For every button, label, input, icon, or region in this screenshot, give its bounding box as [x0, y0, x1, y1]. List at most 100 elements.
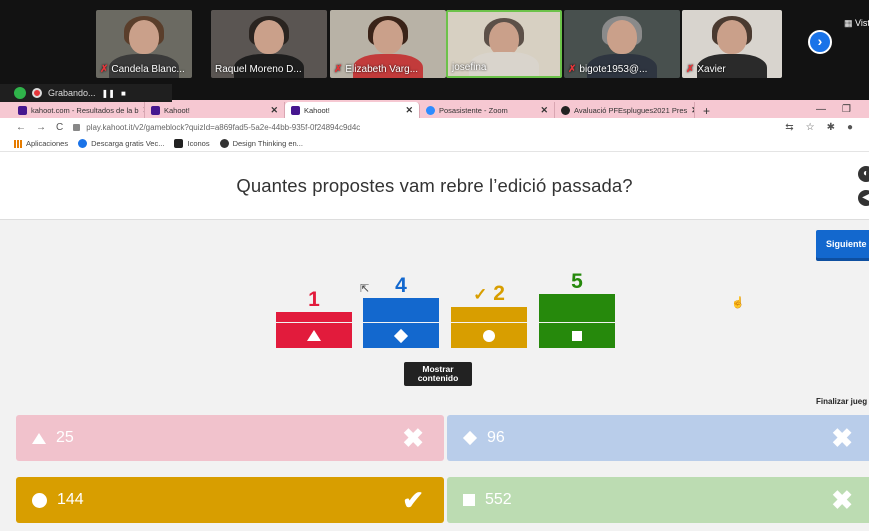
participant-face	[129, 20, 159, 54]
next-participants-button[interactable]: ›	[808, 30, 832, 54]
close-tab-icon[interactable]: ✕	[270, 105, 278, 116]
participant-name: ✗ Elizabeth Varg...	[334, 64, 419, 75]
mic-off-icon: ✗	[686, 64, 695, 75]
triangle-icon	[32, 432, 46, 444]
toolbar-actions: ⇆ ☆ ✱ ●	[785, 122, 869, 133]
tab-title: Posasistente - Zoom	[439, 105, 508, 115]
participant-name: josefina	[452, 62, 487, 73]
show-content-button[interactable]: Mostrar contenido	[404, 362, 472, 386]
new-tab-button[interactable]: +	[695, 104, 718, 118]
participant-name: ✗ Xavier	[686, 64, 726, 75]
finish-game-link[interactable]: Finalizar jueg	[816, 397, 867, 406]
tab-title: kahoot.com - Resultados de la b	[31, 105, 139, 115]
correct-check-icon: ✔	[402, 485, 424, 515]
bookmark-item[interactable]: Design Thinking en...	[219, 139, 303, 148]
tab-title: Kahoot!	[304, 105, 330, 115]
tab-title: Avaluació PFEsplugues2021 Pres	[574, 105, 688, 115]
result-base-diamond	[363, 323, 439, 348]
kahoot-favicon-icon	[291, 105, 300, 115]
question-bar: Quantes propostes vam rebre l’edició pas…	[0, 152, 869, 220]
bookmark-apps[interactable]: Aplicaciones	[14, 139, 68, 148]
answer-option-diamond: 96 ✖	[447, 415, 869, 461]
back-icon[interactable]: ←	[16, 122, 26, 133]
triangle-icon	[307, 330, 321, 341]
mic-off-icon: ✗	[100, 64, 109, 75]
recording-bar: Grabando... ❚❚ ■	[0, 84, 172, 102]
results-area: Siguiente 1 4 ✓ 2 5 Mostrar contenido Fi…	[0, 220, 869, 531]
answer-option-square: 552 ✖	[447, 477, 869, 523]
mouse-pointer-icon: ⇱	[360, 283, 370, 295]
answer-option-circle: 144 ✔	[16, 477, 444, 523]
show-content-label: contenido	[417, 373, 459, 383]
stop-recording-button[interactable]: ■	[121, 89, 126, 98]
participant-name: Raquel Moreno D...	[215, 64, 302, 75]
correct-check-icon: ✓	[473, 285, 488, 304]
answer-text: 96	[487, 429, 505, 446]
participant-name: ✗ bigote1953@...	[568, 64, 648, 75]
participant-face	[607, 20, 637, 54]
star-icon[interactable]: ☆	[806, 122, 815, 133]
kahoot-favicon-icon	[151, 105, 160, 115]
forward-icon[interactable]: →	[36, 122, 46, 133]
result-base-square	[539, 323, 615, 348]
participant-name: ✗ Candela Blanc...	[100, 64, 185, 75]
participant-tile[interactable]: ✗ Elizabeth Varg...	[330, 10, 446, 78]
close-tab-icon[interactable]: ✕	[540, 105, 548, 116]
translate-icon[interactable]: ⇆	[785, 122, 793, 133]
pause-recording-button[interactable]: ❚❚	[102, 89, 115, 98]
maximize-icon[interactable]: ❐	[842, 104, 851, 115]
square-icon	[572, 331, 582, 341]
participant-face	[373, 20, 403, 54]
result-bar-circle	[451, 307, 527, 322]
kahoot-favicon-icon	[18, 105, 27, 115]
mic-off-icon: ✗	[568, 64, 577, 75]
answer-text: 552	[485, 491, 512, 508]
zoom-favicon-icon	[426, 105, 435, 115]
participant-tile[interactable]: ✗ bigote1953@...	[564, 10, 680, 78]
result-count-circle: ✓ 2	[473, 282, 505, 305]
result-base-triangle	[276, 323, 352, 348]
participant-tile[interactable]: Raquel Moreno D...	[211, 10, 327, 78]
participant-tile[interactable]: ✗ Candela Blanc...	[96, 10, 192, 78]
participant-face	[254, 20, 284, 54]
minimize-icon[interactable]: —	[816, 104, 826, 115]
lock-icon	[73, 123, 81, 131]
screen: ✗ Candela Blanc... Raquel Moreno D... ✗ El…	[0, 0, 869, 531]
circle-icon	[32, 492, 47, 508]
view-toggle[interactable]: ▦ Vist	[844, 18, 869, 29]
participant-tile[interactable]: ✗ Xavier	[682, 10, 782, 78]
close-tab-icon[interactable]: ✕	[405, 105, 413, 116]
address-bar: ← → C play.kahoot.it/v2/gameblock?quizId…	[0, 118, 869, 136]
site-favicon-icon	[561, 105, 570, 115]
answer-text: 144	[57, 491, 84, 508]
browser-tab-active[interactable]: Kahoot! ✕	[285, 102, 420, 118]
participant-face	[717, 20, 747, 54]
profile-icon[interactable]: ●	[847, 122, 853, 133]
tab-title: Kahoot!	[164, 105, 190, 115]
browser-tab[interactable]: Avaluació PFEsplugues2021 Pres ✕	[555, 102, 695, 118]
result-count-triangle: 1	[308, 288, 320, 311]
incorrect-cross-icon: ✖	[831, 423, 853, 453]
volume-icon[interactable]: ◀	[858, 190, 869, 206]
iconos-icon	[174, 139, 184, 148]
browser-tab[interactable]: Posasistente - Zoom ✕	[420, 102, 555, 118]
bookmark-item[interactable]: Descarga gratis Vec...	[78, 139, 164, 148]
url-field[interactable]: play.kahoot.it/v2/gameblock?quizId=a869f…	[73, 123, 775, 132]
circle-icon	[483, 330, 495, 342]
diamond-icon	[462, 430, 478, 446]
vecteezy-icon	[78, 139, 88, 148]
window-controls: — ❐	[816, 100, 869, 118]
participant-face	[489, 22, 519, 56]
bookmark-item[interactable]: Iconos	[174, 139, 210, 148]
next-button[interactable]: Siguiente	[816, 230, 869, 258]
result-count-square: 5	[571, 270, 583, 293]
square-icon	[463, 494, 475, 506]
sound-toggle-icon[interactable]: ◐	[858, 166, 869, 182]
reload-icon[interactable]: C	[56, 122, 63, 133]
result-bar-triangle	[276, 312, 352, 322]
browser-tab[interactable]: kahoot.com - Resultados de la b ✕	[0, 102, 145, 118]
extensions-icon[interactable]: ✱	[827, 122, 835, 133]
participant-tile-speaking[interactable]: josefina	[446, 10, 562, 78]
browser-tab[interactable]: Kahoot! ✕	[145, 102, 285, 118]
incorrect-cross-icon: ✖	[402, 423, 424, 453]
